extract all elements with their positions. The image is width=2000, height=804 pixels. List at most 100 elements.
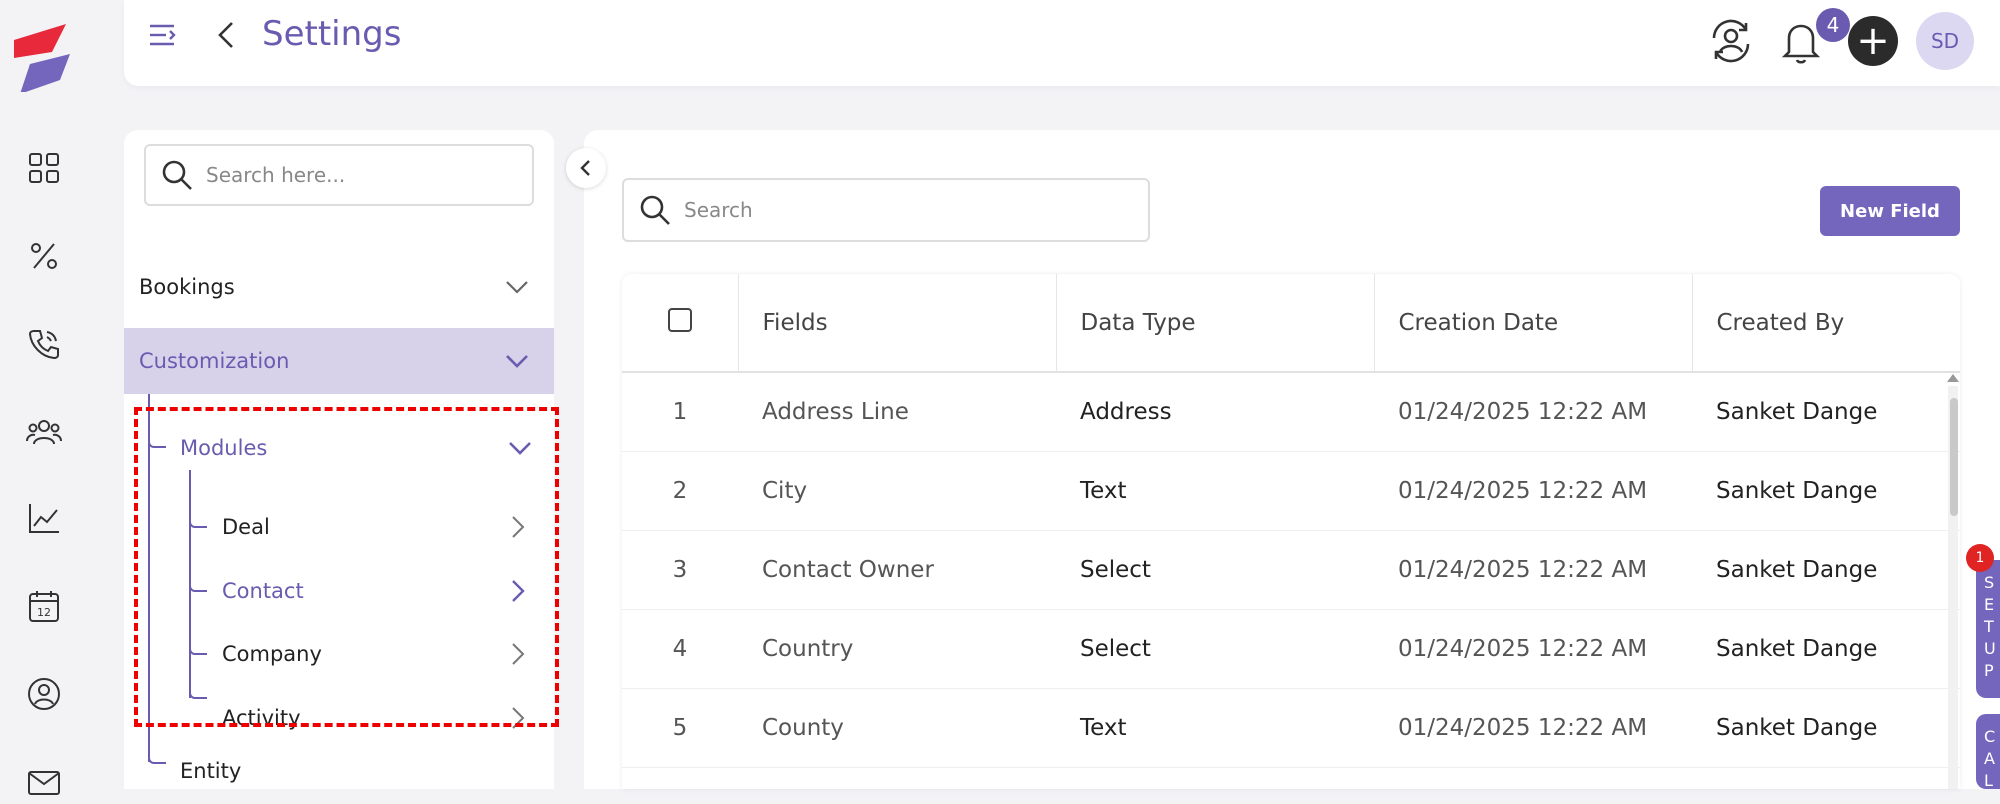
widget-letter: U (1984, 639, 1996, 658)
tree-connector (148, 394, 150, 762)
widget-letter: P (1984, 661, 1994, 680)
modules-label: Modules (180, 436, 268, 460)
user-sync-icon[interactable] (1706, 16, 1756, 66)
module-item-label: Deal (222, 515, 270, 539)
field-search-input[interactable] (684, 198, 1124, 222)
table-header-row: Fields Data Type Creation Date Created B… (622, 274, 1960, 373)
data-type: Text (1056, 451, 1374, 531)
app-logo-icon[interactable] (8, 12, 72, 92)
phone-icon[interactable] (22, 322, 66, 366)
menu-item-label: Bookings (139, 275, 235, 299)
settings-sidebar: Bookings Customization Modules Deal Cont… (124, 130, 554, 789)
chevron-right-icon (512, 516, 525, 538)
search-icon (162, 160, 192, 190)
chevron-down-icon (506, 355, 528, 368)
tree-connector (189, 580, 207, 592)
created-by: Sanket Dange (1692, 530, 1960, 610)
creation-date: 01/24/2025 12:22 AM (1374, 451, 1692, 531)
chevron-right-icon (512, 580, 525, 602)
select-all-checkbox[interactable] (667, 307, 692, 332)
scroll-up-arrow-icon[interactable] (1947, 374, 1959, 382)
add-new-button[interactable]: + (1848, 16, 1898, 66)
created-by: Sanket Dange (1692, 372, 1960, 452)
table-row[interactable]: 5 County Text 01/24/2025 12:22 AM Sanket… (622, 688, 1960, 768)
widget-letter: E (1984, 595, 1995, 614)
data-type: Select (1056, 530, 1374, 610)
field-name: Contact Owner (738, 530, 1056, 610)
chevron-right-icon (512, 643, 525, 665)
widget-letter: S (1984, 573, 1995, 592)
menu-item-customization[interactable]: Customization (124, 328, 554, 394)
select-all-header (622, 274, 739, 373)
page-title: Settings (262, 14, 402, 54)
table-row[interactable]: 4 Country Select 01/24/2025 12:22 AM San… (622, 609, 1960, 689)
module-item-contact[interactable]: Contact (222, 566, 554, 616)
module-item-activity[interactable]: Activity (222, 693, 554, 743)
menu-item-modules[interactable]: Modules (180, 423, 554, 473)
scrollbar-thumb[interactable] (1950, 398, 1958, 516)
creation-date: 01/24/2025 12:22 AM (1374, 372, 1692, 452)
entity-label: Entity (180, 759, 242, 783)
module-item-label: Company (222, 642, 322, 666)
calendar-icon[interactable]: 12 (22, 584, 66, 628)
row-number: 1 (622, 372, 738, 452)
row-number: 4 (622, 609, 738, 689)
tree-connector (189, 687, 207, 699)
users-icon[interactable] (22, 410, 66, 454)
widget-letter: A (1984, 749, 1995, 768)
back-arrow-icon[interactable] (210, 18, 244, 52)
creation-date: 01/24/2025 12:22 AM (1374, 688, 1692, 768)
field-name: County (738, 688, 1056, 768)
menu-item-bookings[interactable]: Bookings (124, 256, 554, 318)
svg-text:12: 12 (37, 606, 51, 619)
grid-icon[interactable] (22, 146, 66, 190)
data-type: Text (1056, 688, 1374, 768)
widget-letter: C (1984, 727, 1996, 746)
new-field-button[interactable]: New Field (1820, 186, 1960, 236)
contact-icon[interactable] (22, 672, 66, 716)
chevron-down-icon (509, 442, 531, 455)
left-rail: 12 (0, 0, 88, 795)
column-header-creation-date[interactable]: Creation Date (1374, 274, 1693, 373)
module-item-label: Activity (222, 706, 301, 730)
menu-toggle-icon[interactable] (146, 18, 180, 52)
mail-icon[interactable] (22, 760, 66, 804)
tree-connector (189, 643, 207, 655)
tree-connector (189, 516, 207, 528)
collapse-sidebar-button[interactable] (566, 148, 606, 188)
chart-icon[interactable] (22, 496, 66, 540)
row-number: 3 (622, 530, 738, 610)
data-type: Address (1056, 372, 1374, 452)
table-row[interactable]: 3 Contact Owner Select 01/24/2025 12:22 … (622, 530, 1960, 610)
setup-widget-card[interactable]: S E T U P (1976, 560, 2000, 698)
column-header-fields[interactable]: Fields (738, 274, 1057, 373)
percent-icon[interactable] (22, 234, 66, 278)
table-row[interactable]: 2 City Text 01/24/2025 12:22 AM Sanket D… (622, 451, 1960, 531)
module-item-company[interactable]: Company (222, 629, 554, 679)
creation-date: 01/24/2025 12:22 AM (1374, 530, 1692, 610)
help-widget-card[interactable]: C A L (1976, 714, 2000, 790)
row-number: 5 (622, 688, 738, 768)
table-row[interactable]: 1 Address Line Address 01/24/2025 12:22 … (622, 372, 1960, 452)
tree-connector (148, 752, 166, 764)
menu-item-label: Customization (139, 349, 290, 373)
module-item-label: Contact (222, 579, 304, 603)
sidebar-search-input[interactable] (206, 163, 506, 187)
column-header-data-type[interactable]: Data Type (1056, 274, 1375, 373)
creation-date: 01/24/2025 12:22 AM (1374, 609, 1692, 689)
chevron-right-icon (512, 707, 525, 729)
user-avatar[interactable]: SD (1916, 12, 1974, 70)
menu-item-entity[interactable]: Entity (180, 746, 554, 789)
column-header-created-by[interactable]: Created By (1692, 274, 1960, 373)
field-name: Country (738, 609, 1056, 689)
field-name: City (738, 451, 1056, 531)
sidebar-search[interactable] (144, 144, 534, 206)
widget-badge: 1 (1966, 544, 1994, 572)
field-search[interactable] (622, 178, 1150, 242)
created-by: Sanket Dange (1692, 688, 1960, 768)
created-by: Sanket Dange (1692, 609, 1960, 689)
main-content: New Field Fields Data Type Creation Date… (584, 130, 2000, 789)
field-name: Address Line (738, 372, 1056, 452)
fields-table: Fields Data Type Creation Date Created B… (622, 274, 1960, 789)
module-item-deal[interactable]: Deal (222, 502, 554, 552)
